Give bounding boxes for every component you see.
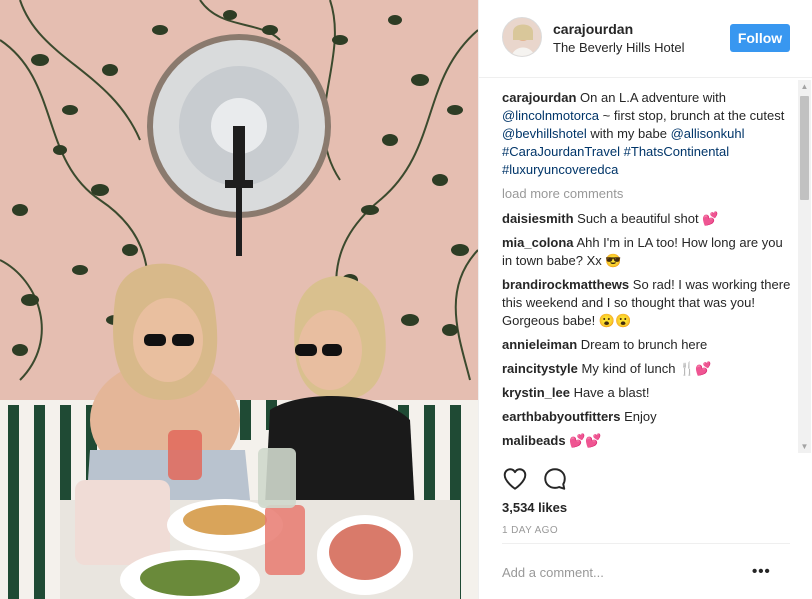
post-location[interactable]: The Beverly Hills Hotel — [553, 40, 685, 55]
comment-username[interactable]: malibeads — [502, 433, 566, 448]
comment-item: daisiesmith Such a beautiful shot 💕 — [502, 210, 792, 228]
more-options-icon[interactable]: ••• — [752, 563, 771, 580]
load-more-comments-link[interactable]: load more comments — [502, 185, 792, 203]
comments-scrollbar[interactable]: ▲ ▼ — [798, 80, 811, 453]
comment-username[interactable]: brandirockmatthews — [502, 277, 629, 292]
caption-hashtag[interactable]: #luxuryuncoveredca — [502, 162, 618, 177]
comment-text: Enjoy — [624, 409, 657, 424]
avatar-image — [503, 18, 541, 56]
add-comment-input[interactable]: Add a comment... — [502, 565, 604, 580]
comment-username[interactable]: annieleiman — [502, 337, 577, 352]
post-header: carajourdan The Beverly Hills Hotel Foll… — [479, 0, 812, 78]
comment-item: mia_colona Ahh I'm in LA too! How long a… — [502, 234, 792, 270]
comment-item: raincitystyle My kind of lunch 🍴💕 — [502, 360, 792, 378]
scrollbar-thumb[interactable] — [800, 96, 809, 200]
scroll-up-arrow-icon[interactable]: ▲ — [798, 80, 811, 93]
comment-text: 💕💕 — [569, 433, 602, 448]
brunch-photo-image — [0, 0, 478, 599]
caption-text: On an L.A adventure with — [576, 90, 727, 105]
post-actions — [502, 466, 622, 492]
caption-mention[interactable]: @lincolnmotorca — [502, 108, 599, 123]
comment-text: Dream to brunch here — [580, 337, 708, 352]
caption-mention[interactable]: @bevhillshotel — [502, 126, 587, 141]
comment-item: krystin_lee Have a blast! — [502, 384, 792, 402]
comment-item: annieleiman Dream to brunch here — [502, 336, 792, 354]
comments-list: carajourdan On an L.A adventure with @li… — [502, 89, 792, 455]
divider — [502, 543, 790, 544]
likes-count[interactable]: 3,534 likes — [502, 500, 567, 515]
comment-text: My kind of lunch 🍴💕 — [581, 361, 712, 376]
comment-username[interactable]: mia_colona — [502, 235, 574, 250]
post-details-panel: carajourdan The Beverly Hills Hotel Foll… — [478, 0, 812, 599]
comment-item: malibeads 💕💕 — [502, 432, 792, 450]
comment-text: Have a blast! — [573, 385, 650, 400]
heart-icon[interactable] — [502, 466, 528, 492]
caption-text: with my babe — [586, 126, 671, 141]
scroll-down-arrow-icon[interactable]: ▼ — [798, 440, 811, 453]
comment-username[interactable]: daisiesmith — [502, 211, 574, 226]
comment-item: earthbabyoutfitters Enjoy — [502, 408, 792, 426]
caption-username[interactable]: carajourdan — [502, 90, 576, 105]
comment-text: Such a beautiful shot 💕 — [577, 211, 719, 226]
caption-mention[interactable]: @allisonkuhl — [671, 126, 745, 141]
comment-username[interactable]: earthbabyoutfitters — [502, 409, 620, 424]
caption-hashtag[interactable]: #CaraJourdanTravel — [502, 144, 620, 159]
caption: carajourdan On an L.A adventure with @li… — [502, 89, 792, 179]
avatar[interactable] — [502, 17, 542, 57]
caption-text: ~ first stop, brunch at the cutest — [599, 108, 785, 123]
post-timestamp: 1 DAY AGO — [502, 525, 559, 536]
comment-item: brandirockmatthews So rad! I was working… — [502, 276, 792, 330]
comment-bubble-icon[interactable] — [542, 466, 568, 492]
follow-button[interactable]: Follow — [730, 24, 790, 52]
caption-hashtag[interactable]: #ThatsContinental — [624, 144, 730, 159]
post-photo[interactable] — [0, 0, 478, 599]
comment-username[interactable]: raincitystyle — [502, 361, 578, 376]
post-username[interactable]: carajourdan — [553, 21, 633, 37]
comment-username[interactable]: krystin_lee — [502, 385, 570, 400]
